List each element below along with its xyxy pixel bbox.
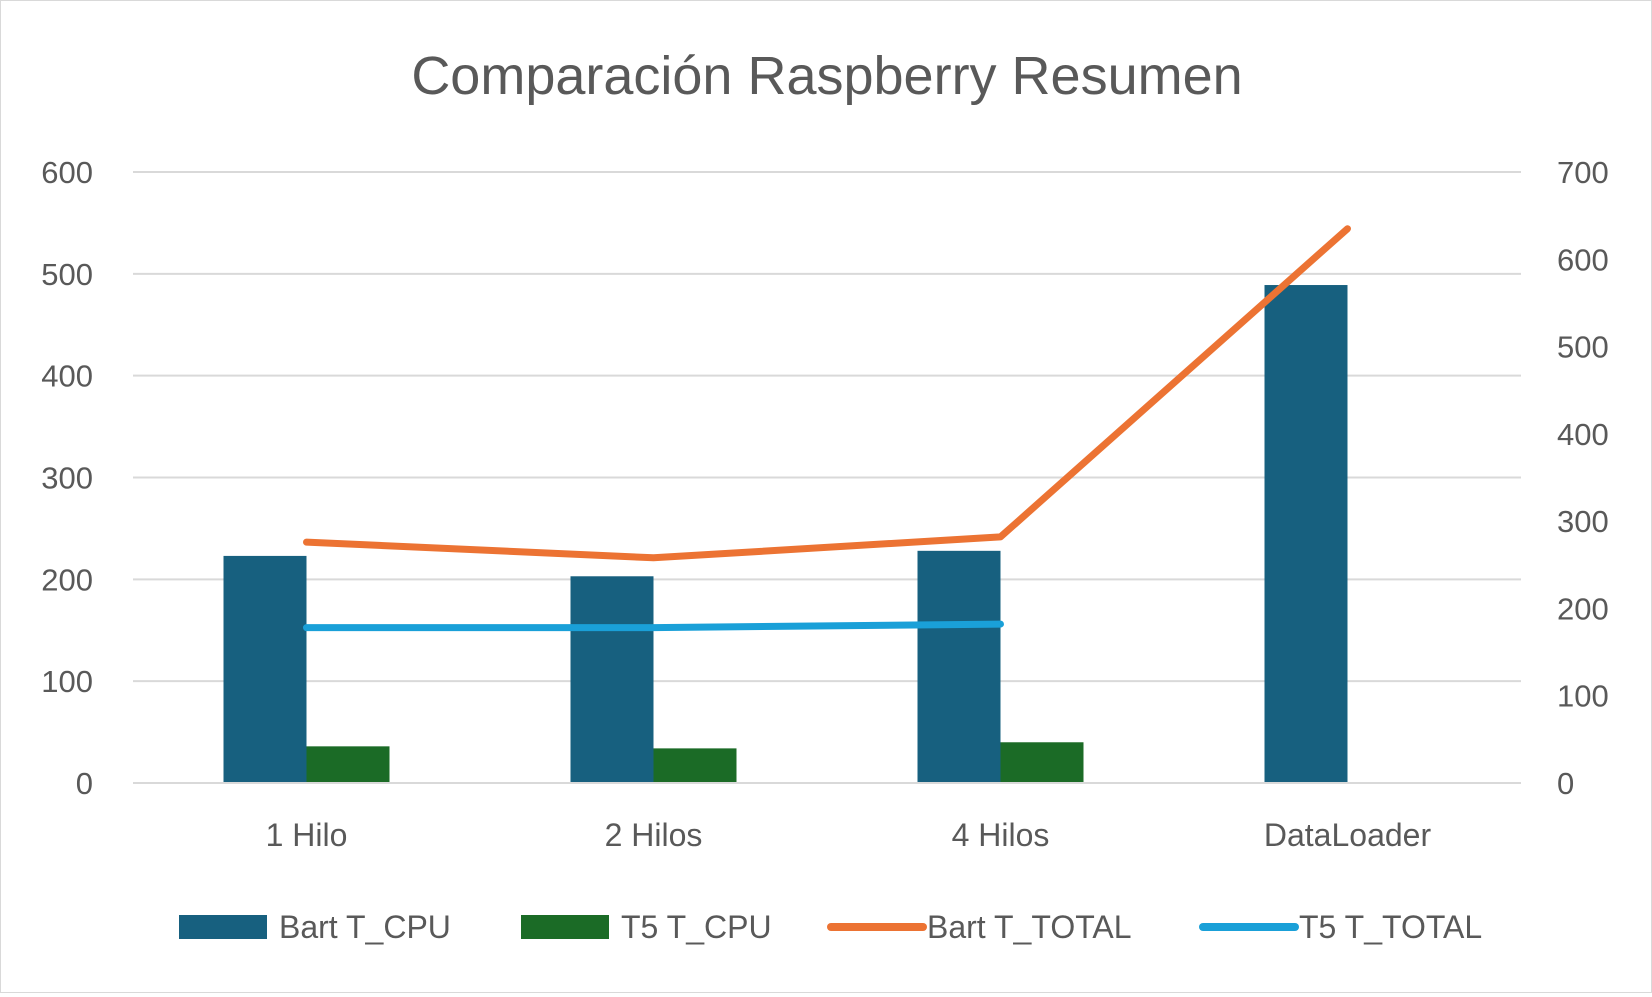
y-left-tick-label: 100: [41, 664, 93, 699]
y-right-tick-label: 100: [1557, 679, 1609, 714]
bar-t5-t-cpu: [306, 746, 390, 783]
y-left-tick-label: 500: [41, 257, 93, 292]
y-left-tick-label: 300: [41, 461, 93, 496]
y-left-tick-label: 400: [41, 359, 93, 394]
x-tick-label: 4 Hilos: [952, 817, 1050, 853]
bar-bart-t-cpu: [223, 555, 307, 783]
bar-bart-t-cpu: [1264, 285, 1348, 783]
x-axis: 1 Hilo 2 Hilos 4 Hilos DataLoader: [133, 782, 1521, 853]
x-tick-label: 1 Hilo: [266, 817, 348, 853]
chart-frame: Comparación Raspberry Resumen 0 100 200 300…: [0, 0, 1652, 993]
y-right-tick-label: 0: [1557, 766, 1574, 801]
y-right-tick-label: 700: [1557, 155, 1609, 190]
bar-bart-t-cpu: [570, 576, 654, 783]
x-tick-label: 2 Hilos: [605, 817, 703, 853]
bar-t5-t-cpu: [1000, 742, 1084, 783]
legend-swatch: [521, 915, 609, 939]
line-t5-t-total: [303, 620, 1004, 632]
y-right-tick-label: 400: [1557, 417, 1609, 452]
legend-label: T5 T_TOTAL: [1299, 909, 1482, 945]
y-axis-right: 0 100 200 300 400 500 600 700: [1557, 155, 1609, 801]
legend: Bart T_CPU T5 T_CPU Bart T_TOTAL T5 T_TOTAL: [179, 909, 1482, 945]
legend-label: Bart T_CPU: [279, 909, 451, 945]
bar-t5-t-cpu: [653, 748, 737, 783]
y-right-tick-label: 600: [1557, 242, 1609, 277]
chart-title: Comparación Raspberry Resumen: [411, 46, 1242, 106]
legend-label: Bart T_TOTAL: [927, 909, 1132, 945]
y-left-tick-label: 0: [76, 766, 93, 801]
bar-bart-t-cpu: [917, 550, 1001, 783]
y-left-tick-label: 200: [41, 562, 93, 597]
legend-label: T5 T_CPU: [621, 909, 772, 945]
y-right-tick-label: 500: [1557, 330, 1609, 365]
line-bart-t-total: [303, 225, 1351, 562]
chart-svg: Comparación Raspberry Resumen 0 100 200 300…: [41, 46, 1609, 945]
x-tick-label: DataLoader: [1264, 817, 1432, 853]
y-axis-left: 0 100 200 300 400 500 600: [41, 155, 93, 801]
legend-swatch: [179, 915, 267, 939]
y-left-tick-label: 600: [41, 155, 93, 190]
bar-series: [223, 285, 1348, 783]
line-series: [303, 225, 1351, 632]
y-right-tick-label: 300: [1557, 504, 1609, 539]
y-right-tick-label: 200: [1557, 591, 1609, 626]
